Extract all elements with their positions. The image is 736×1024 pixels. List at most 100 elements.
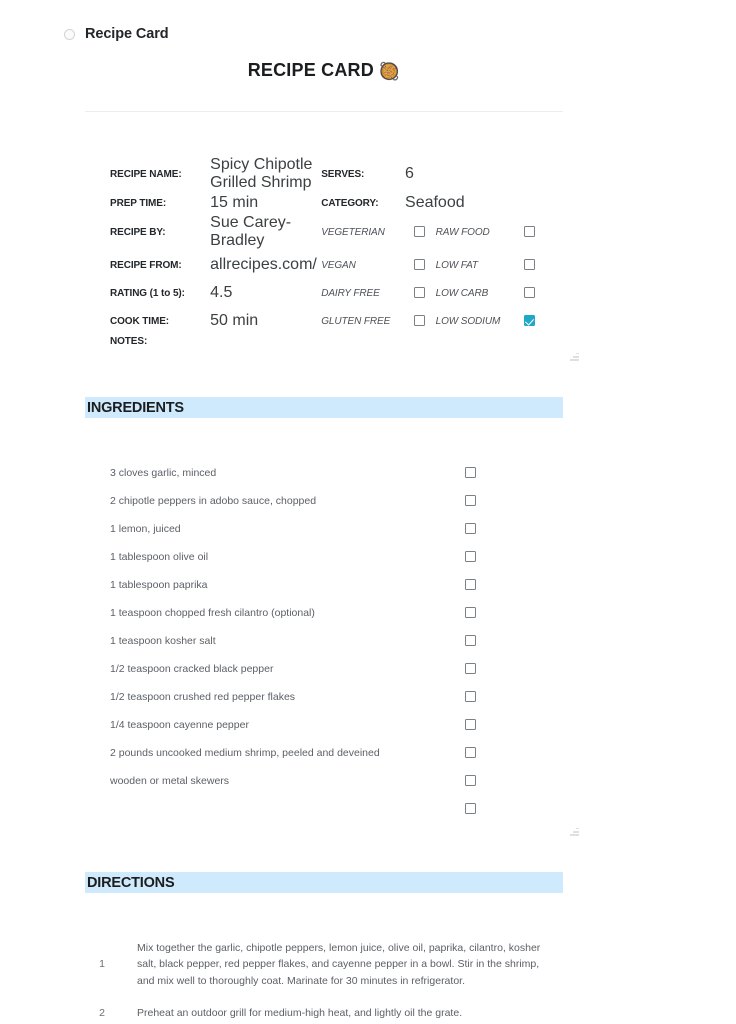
list-item: 2 chipotle peppers in adobo sauce, chopp… <box>110 488 504 514</box>
ingredient-name[interactable]: 1 teaspoon kosher salt <box>110 628 435 654</box>
recipe-name-label: RECIPE NAME: <box>110 168 182 180</box>
diet-checkbox-dairy-free[interactable] <box>405 280 434 306</box>
table-row: PREP TIME: 15 min CATEGORY: Seafood <box>110 194 544 212</box>
list-item: 1 tablespoon paprika <box>110 572 504 598</box>
ingredient-name[interactable] <box>110 796 435 822</box>
ingredient-checkbox[interactable] <box>437 628 504 654</box>
ingredient-checkbox[interactable] <box>437 544 504 570</box>
table-row: NOTES: <box>110 336 544 347</box>
step-number: 2 <box>99 1006 105 1019</box>
ingredient-name[interactable]: 1 teaspoon chopped fresh cilantro (optio… <box>110 600 435 626</box>
ingredients-table-wrap: 3 cloves garlic, minced 2 chipotle peppe… <box>108 458 579 836</box>
ingredients-table: 3 cloves garlic, minced 2 chipotle peppe… <box>108 458 506 824</box>
diet-label-dairy-free: DAIRY FREE <box>321 287 380 299</box>
ingredient-checkbox[interactable] <box>437 460 504 486</box>
diet-checkbox-gluten-free[interactable] <box>405 308 434 334</box>
list-item: 1 teaspoon chopped fresh cilantro (optio… <box>110 600 504 626</box>
recipe-by-label: RECIPE BY: <box>110 226 166 238</box>
notes-label: NOTES: <box>110 336 148 347</box>
step-number: 1 <box>99 958 105 971</box>
diet-checkbox-raw-food[interactable] <box>515 214 544 250</box>
ingredient-name[interactable]: 1/2 teaspoon cracked black pepper <box>110 656 435 682</box>
list-item: 1 lemon, juiced <box>110 516 504 542</box>
section-banner-directions: DIRECTIONS <box>85 872 563 893</box>
table-row: 1 Mix together the garlic, chipotle pepp… <box>90 933 564 996</box>
directions-block: 1 Mix together the garlic, chipotle pepp… <box>85 931 563 1024</box>
diet-label-low-sodium: LOW SODIUM <box>435 315 501 327</box>
diet-label-raw-food: RAW FOOD <box>435 226 490 238</box>
list-item: 2 pounds uncooked medium shrimp, peeled … <box>110 740 504 766</box>
header-divider <box>85 111 563 112</box>
recipe-from-value[interactable]: allrecipes.com/ <box>210 252 319 278</box>
ingredient-checkbox[interactable] <box>437 768 504 794</box>
ingredient-name[interactable]: 1/4 teaspoon cayenne pepper <box>110 712 435 738</box>
recipe-from-label: RECIPE FROM: <box>110 259 182 271</box>
ingredient-name[interactable]: 1/2 teaspoon crushed red pepper flakes <box>110 684 435 710</box>
ingredient-checkbox[interactable] <box>437 516 504 542</box>
diet-checkbox-low-carb[interactable] <box>515 280 544 306</box>
ingredient-name[interactable]: 1 tablespoon olive oil <box>110 544 435 570</box>
document-content: RECIPE CARD 🥘 RECIPE NAME: Spicy Chipotle… <box>85 52 579 1024</box>
ingredient-name[interactable]: 2 pounds uncooked medium shrimp, peeled … <box>110 740 435 766</box>
ingredient-checkbox[interactable] <box>437 488 504 514</box>
diet-checkbox-vegeterian[interactable] <box>405 214 434 250</box>
table-row: COOK TIME: 50 min GLUTEN FREE LOW SODIUM <box>110 308 544 334</box>
document-outline-header[interactable]: Recipe Card <box>64 26 169 42</box>
list-item: wooden or metal skewers <box>110 768 504 794</box>
step-text[interactable]: Mix together the garlic, chipotle pepper… <box>127 933 564 996</box>
cook-time-label: COOK TIME: <box>110 315 169 327</box>
recipe-by-value[interactable]: Sue Carey-Bradley <box>210 214 319 250</box>
list-item: 3 cloves garlic, minced <box>110 460 504 486</box>
ingredient-checkbox[interactable] <box>437 740 504 766</box>
table-row: RECIPE BY: Sue Carey-Bradley VEGETERIAN … <box>110 214 544 250</box>
list-item: 1 tablespoon olive oil <box>110 544 504 570</box>
diet-label-vegeterian: VEGETERIAN <box>321 226 385 238</box>
recipe-card-page: Recipe Card RECIPE CARD 🥘 RECIPE NAME: Sp… <box>0 0 736 1024</box>
paella-dish-icon: 🥘 <box>378 62 401 81</box>
recipe-name-value[interactable]: Spicy Chipotle Grilled Shrimp <box>210 156 319 192</box>
ingredient-checkbox[interactable] <box>437 600 504 626</box>
ingredient-checkbox[interactable] <box>437 684 504 710</box>
step-text[interactable]: Preheat an outdoor grill for medium-high… <box>127 998 564 1024</box>
ingredient-name[interactable]: wooden or metal skewers <box>110 768 435 794</box>
ingredient-name[interactable]: 1 lemon, juiced <box>110 516 435 542</box>
prep-time-value[interactable]: 15 min <box>210 194 319 212</box>
diet-checkbox-low-sodium[interactable] <box>515 308 544 334</box>
page-title-text: RECIPE CARD <box>247 60 374 80</box>
table-row: RATING (1 to 5): 4.5 DAIRY FREE LOW CARB <box>110 280 544 306</box>
ingredient-checkbox[interactable] <box>437 712 504 738</box>
recipe-info-table-wrap: RECIPE NAME: Spicy Chipotle Grilled Shri… <box>108 154 579 361</box>
ingredient-name[interactable]: 2 chipotle peppers in adobo sauce, chopp… <box>110 488 435 514</box>
cook-time-value[interactable]: 50 min <box>210 308 319 334</box>
diet-checkbox-vegan[interactable] <box>405 252 434 278</box>
diet-label-low-fat: LOW FAT <box>435 259 478 271</box>
serves-label: SERVES: <box>321 168 365 180</box>
directions-table: 1 Mix together the garlic, chipotle pepp… <box>88 931 566 1024</box>
list-item <box>110 796 504 822</box>
resize-grip-icon[interactable] <box>570 827 579 836</box>
ingredient-name[interactable]: 1 tablespoon paprika <box>110 572 435 598</box>
document-title: Recipe Card <box>85 26 169 42</box>
outline-bullet-icon[interactable] <box>64 28 75 40</box>
ingredient-name[interactable]: 3 cloves garlic, minced <box>110 460 435 486</box>
table-row: RECIPE FROM: allrecipes.com/ VEGAN LOW F… <box>110 252 544 278</box>
directions-heading: DIRECTIONS <box>87 874 175 891</box>
ingredient-checkbox[interactable] <box>437 656 504 682</box>
diet-checkbox-low-fat[interactable] <box>515 252 544 278</box>
recipe-info-table: RECIPE NAME: Spicy Chipotle Grilled Shri… <box>108 154 546 349</box>
directions-table-wrap: 1 Mix together the garlic, chipotle pepp… <box>85 931 563 1024</box>
ingredient-checkbox[interactable] <box>437 572 504 598</box>
ingredient-checkbox[interactable] <box>437 796 504 822</box>
table-row: RECIPE NAME: Spicy Chipotle Grilled Shri… <box>110 156 544 192</box>
resize-grip-icon[interactable] <box>570 352 579 361</box>
notes-value[interactable] <box>210 336 544 347</box>
rating-value[interactable]: 4.5 <box>210 280 319 306</box>
rating-label: RATING (1 to 5): <box>110 287 185 299</box>
category-value[interactable]: Seafood <box>405 194 544 212</box>
list-item: 1/2 teaspoon cracked black pepper <box>110 656 504 682</box>
list-item: 1/4 teaspoon cayenne pepper <box>110 712 504 738</box>
serves-value[interactable]: 6 <box>405 156 544 192</box>
page-title: RECIPE CARD 🥘 <box>85 52 563 82</box>
prep-time-label: PREP TIME: <box>110 197 167 209</box>
list-item: 1/2 teaspoon crushed red pepper flakes <box>110 684 504 710</box>
